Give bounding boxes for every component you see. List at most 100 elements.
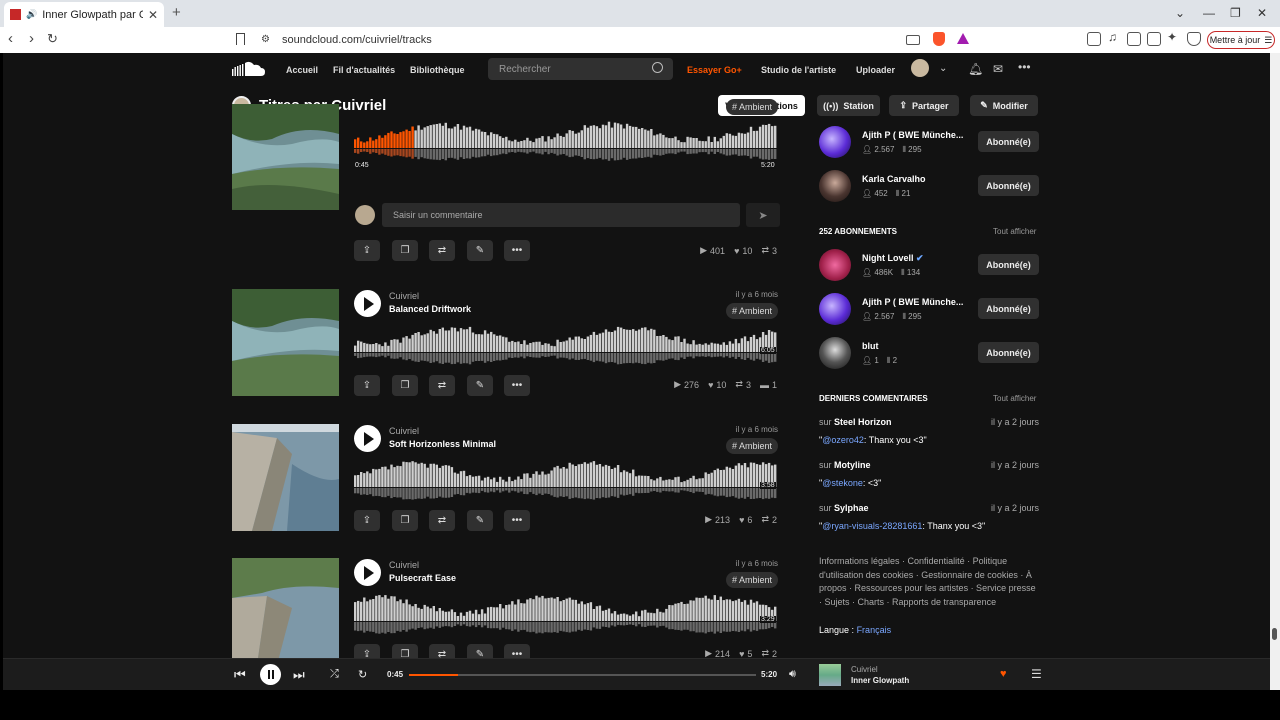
following-section-title[interactable]: 252 ABONNEMENTS bbox=[819, 227, 897, 236]
track-artwork[interactable] bbox=[232, 289, 339, 396]
close-window-icon[interactable]: ✕ bbox=[1257, 6, 1267, 20]
pause-button[interactable] bbox=[260, 664, 281, 685]
edit-icon[interactable]: ✎ bbox=[467, 510, 493, 531]
scrollbar[interactable] bbox=[1270, 53, 1280, 690]
genre-tag[interactable]: # Ambient bbox=[725, 303, 778, 319]
following-button[interactable]: Abonné(e) bbox=[978, 342, 1039, 363]
comments-section-title[interactable]: DERNIERS COMMENTAIRES bbox=[819, 394, 928, 403]
nav-upload[interactable]: Uploader bbox=[856, 65, 895, 75]
minimize-icon[interactable]: — bbox=[1203, 6, 1215, 20]
play-button[interactable] bbox=[354, 425, 381, 452]
user-name[interactable]: Ajith P ( BWE Münche... bbox=[862, 130, 963, 140]
chevron-down-icon[interactable]: ⌄ bbox=[939, 63, 947, 74]
now-playing-artwork[interactable] bbox=[819, 664, 841, 686]
wallet-icon[interactable] bbox=[1147, 32, 1161, 46]
track-artist[interactable]: Cuivriel bbox=[389, 426, 419, 436]
url-field[interactable]: soundcloud.com/cuivriel/tracks bbox=[282, 34, 432, 46]
nav-artist-studio[interactable]: Studio de l'artiste bbox=[761, 65, 836, 75]
genre-tag[interactable]: # Ambient bbox=[725, 572, 778, 588]
shuffle-icon[interactable]: ⤮ bbox=[330, 668, 339, 681]
share-icon[interactable]: ⇪ bbox=[354, 375, 380, 396]
close-tab-icon[interactable]: ✕ bbox=[148, 8, 158, 22]
comment-track-link[interactable]: Steel Horizon bbox=[834, 417, 892, 427]
track-artwork[interactable] bbox=[232, 558, 339, 665]
genre-tag[interactable]: # Ambient bbox=[725, 99, 778, 115]
mail-icon[interactable]: ✉ bbox=[993, 62, 1003, 76]
see-all-comments-link[interactable]: Tout afficher bbox=[993, 394, 1036, 403]
repeat-icon[interactable]: ↻ bbox=[358, 668, 367, 681]
more-options-icon[interactable]: ••• bbox=[504, 510, 530, 531]
track-artwork[interactable] bbox=[232, 424, 339, 531]
site-settings-icon[interactable]: ⚙ bbox=[261, 34, 270, 45]
search-input[interactable]: Rechercher bbox=[488, 58, 673, 80]
next-track-icon[interactable]: ⏭ bbox=[293, 667, 305, 683]
now-playing-title[interactable]: Inner Glowpath bbox=[851, 676, 909, 685]
track-artist[interactable]: Cuivriel bbox=[389, 291, 419, 301]
vpn-shield-icon[interactable] bbox=[1187, 32, 1201, 46]
maximize-icon[interactable]: ❐ bbox=[1230, 6, 1241, 20]
edit-icon[interactable]: ✎ bbox=[467, 375, 493, 396]
edit-button[interactable]: ✎ Modifier bbox=[970, 95, 1038, 116]
play-button[interactable] bbox=[354, 290, 381, 317]
scrollbar-thumb[interactable] bbox=[1272, 628, 1277, 640]
reload-icon[interactable]: ↻ bbox=[47, 31, 58, 47]
track-artwork[interactable] bbox=[232, 104, 339, 210]
user-avatar[interactable] bbox=[819, 249, 851, 281]
nav-home[interactable]: Accueil bbox=[286, 65, 318, 75]
leo-ai-icon[interactable]: ✦ bbox=[1167, 30, 1181, 44]
see-all-following-link[interactable]: Tout afficher bbox=[993, 227, 1036, 236]
more-icon[interactable]: ••• bbox=[1018, 60, 1031, 74]
mention-link[interactable]: @ozero42 bbox=[822, 435, 864, 445]
track-title[interactable]: Soft Horizonless Minimal bbox=[389, 439, 496, 449]
tab-search-chevron-icon[interactable]: ⌄ bbox=[1175, 6, 1185, 20]
brave-rewards-icon[interactable] bbox=[957, 33, 969, 44]
track-artist[interactable]: Cuivriel bbox=[389, 560, 419, 570]
previous-track-icon[interactable]: ⏮ bbox=[234, 667, 246, 683]
bookmark-icon[interactable] bbox=[236, 33, 245, 45]
cast-icon[interactable] bbox=[906, 35, 920, 45]
nav-feed[interactable]: Fil d'actualités bbox=[333, 65, 395, 75]
language-link[interactable]: Français bbox=[857, 625, 892, 635]
copy-link-icon[interactable]: ❐ bbox=[392, 240, 418, 261]
user-avatar[interactable] bbox=[911, 59, 929, 77]
user-avatar[interactable] bbox=[819, 293, 851, 325]
following-button[interactable]: Abonné(e) bbox=[978, 298, 1039, 319]
repost-icon[interactable]: ⇄ bbox=[429, 240, 455, 261]
share-icon[interactable]: ⇪ bbox=[354, 240, 380, 261]
repost-icon[interactable]: ⇄ bbox=[429, 510, 455, 531]
forward-icon[interactable]: › bbox=[29, 31, 34, 47]
legal-links[interactable]: Informations légales · Confidentialité ·… bbox=[819, 555, 1039, 609]
waveform[interactable] bbox=[354, 593, 777, 638]
soundcloud-logo-icon[interactable] bbox=[232, 61, 266, 76]
back-icon[interactable]: ‹ bbox=[8, 31, 13, 47]
like-heart-icon[interactable]: ♥ bbox=[1000, 668, 1007, 680]
following-button[interactable]: Abonné(e) bbox=[978, 131, 1039, 152]
user-name[interactable]: Night Lovell ✔ bbox=[862, 253, 924, 264]
waveform[interactable] bbox=[354, 324, 777, 369]
following-button[interactable]: Abonné(e) bbox=[978, 254, 1039, 275]
waveform[interactable] bbox=[354, 120, 777, 165]
user-name[interactable]: Karla Carvalho bbox=[862, 174, 926, 184]
share-icon[interactable]: ⇪ bbox=[354, 510, 380, 531]
track-title[interactable]: Pulsecraft Ease bbox=[389, 573, 456, 583]
now-playing-artist[interactable]: Cuivriel bbox=[851, 665, 878, 674]
brave-shields-icon[interactable] bbox=[933, 32, 945, 46]
mention-link[interactable]: @stekone bbox=[822, 478, 863, 488]
user-name[interactable]: blut bbox=[862, 341, 879, 351]
comment-input[interactable]: Saisir un commentaire bbox=[382, 203, 740, 227]
comment-track-link[interactable]: Motyline bbox=[834, 460, 871, 470]
update-button[interactable]: Mettre à jour ☰ bbox=[1207, 31, 1275, 49]
send-comment-icon[interactable]: ➤ bbox=[746, 203, 780, 227]
bell-icon[interactable]: 🔔︎ bbox=[968, 62, 983, 76]
user-avatar[interactable] bbox=[819, 126, 851, 158]
comment-track-link[interactable]: Sylphae bbox=[834, 503, 869, 513]
share-button[interactable]: ⇪ Partager bbox=[889, 95, 959, 116]
repost-icon[interactable]: ⇄ bbox=[429, 375, 455, 396]
play-button[interactable] bbox=[354, 559, 381, 586]
new-tab-icon[interactable]: + bbox=[172, 4, 181, 21]
mention-link[interactable]: @ryan-visuals-28281661 bbox=[822, 521, 922, 531]
user-avatar[interactable] bbox=[819, 170, 851, 202]
volume-icon[interactable]: 🔊︎ bbox=[789, 668, 796, 681]
music-icon[interactable]: ♫ bbox=[1108, 30, 1122, 44]
waveform[interactable] bbox=[354, 459, 777, 504]
